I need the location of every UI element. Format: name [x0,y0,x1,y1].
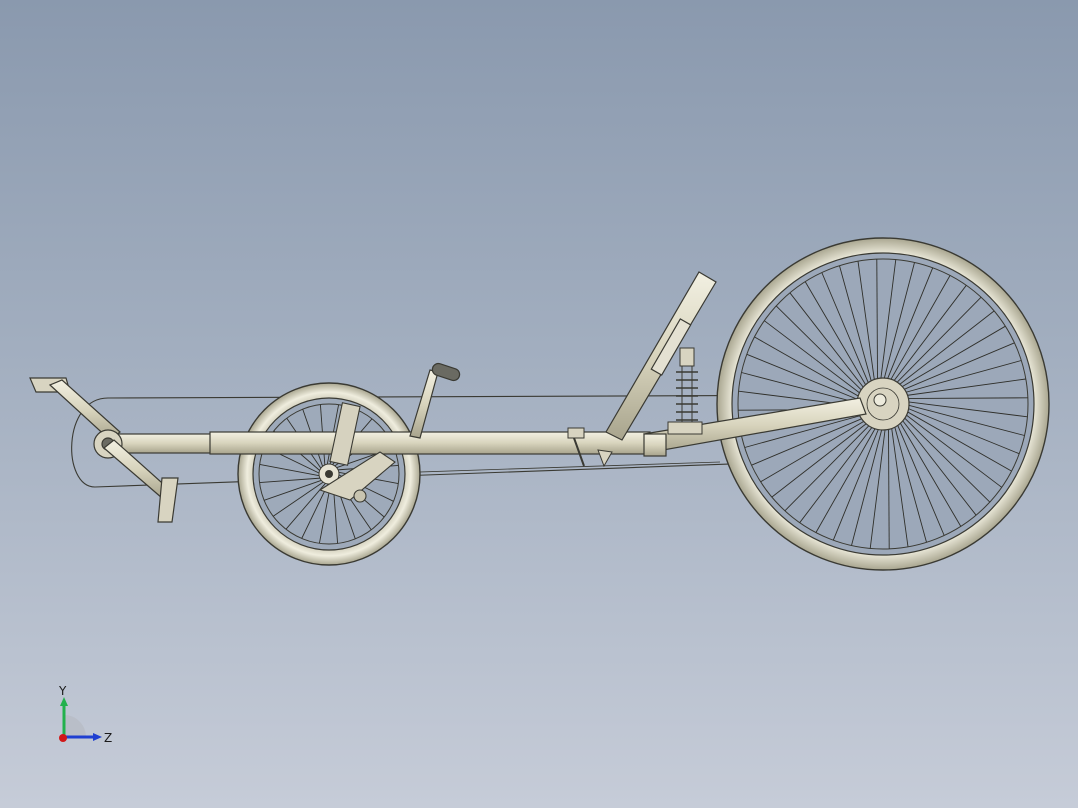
z-label: Z [104,731,112,745]
y-label: Y [58,685,67,698]
front-wheel[interactable] [237,382,421,566]
x-axis-dot [59,734,67,742]
handlebar[interactable] [409,362,461,439]
seat-stay[interactable] [605,271,717,441]
rear-shock[interactable] [667,347,703,435]
y-arrow [60,697,68,706]
triad-sector [64,715,86,737]
rear-wheel[interactable] [716,237,1050,571]
cad-model[interactable] [0,0,1078,808]
z-arrow [93,733,102,741]
orientation-triad: Y Z [58,685,112,745]
graphics-viewport[interactable]: Y Z [0,0,1078,808]
